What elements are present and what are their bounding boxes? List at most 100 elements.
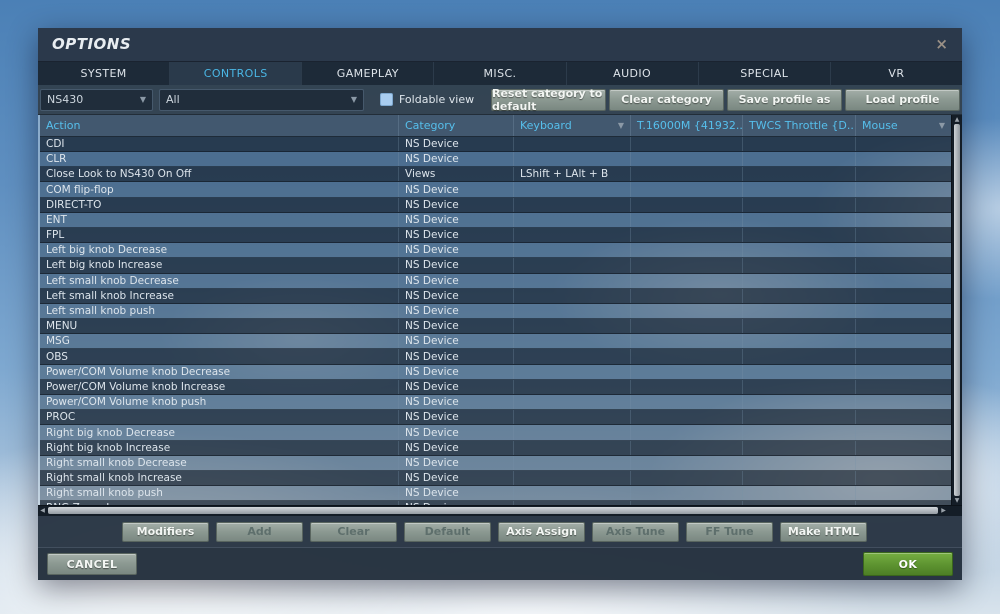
t16000m-cell[interactable] <box>630 349 742 364</box>
horizontal-scrollbar-thumb[interactable] <box>48 507 938 515</box>
table-row[interactable]: Power/COM Volume knob push NS Device <box>40 395 951 411</box>
table-row[interactable]: MENU NS Device <box>40 319 951 335</box>
t16000m-cell[interactable] <box>630 455 742 470</box>
category-cell[interactable]: NS Device <box>398 273 513 288</box>
table-row[interactable]: PROC NS Device <box>40 410 951 426</box>
t16000m-cell[interactable] <box>630 395 742 410</box>
keyboard-cell[interactable] <box>513 258 630 273</box>
close-icon[interactable]: × <box>935 36 948 52</box>
t16000m-cell[interactable] <box>630 410 742 425</box>
mouse-cell[interactable] <box>855 273 951 288</box>
keyboard-cell[interactable] <box>513 410 630 425</box>
twcs-cell[interactable] <box>742 152 855 167</box>
mouse-cell[interactable] <box>855 258 951 273</box>
mouse-cell[interactable] <box>855 349 951 364</box>
twcs-cell[interactable] <box>742 258 855 273</box>
mouse-cell[interactable] <box>855 470 951 486</box>
mouse-cell[interactable] <box>855 395 951 410</box>
mouse-cell[interactable] <box>855 152 951 167</box>
table-row[interactable]: Right small knob push NS Device <box>40 486 951 502</box>
make-html-button[interactable]: Make HTML <box>780 521 867 542</box>
table-row[interactable]: Right small knob Increase NS Device <box>40 470 951 487</box>
category-cell[interactable]: NS Device <box>398 410 513 425</box>
category-cell[interactable]: NS Device <box>398 258 513 273</box>
keyboard-cell[interactable] <box>513 440 630 455</box>
twcs-cell[interactable] <box>742 349 855 364</box>
table-row[interactable]: FPL NS Device <box>40 227 951 244</box>
t16000m-cell[interactable] <box>630 136 742 152</box>
tab-audio[interactable]: AUDIO <box>565 61 698 86</box>
scroll-down-icon[interactable]: ▼ <box>952 496 962 505</box>
keyboard-cell[interactable] <box>513 364 630 379</box>
keyboard-cell[interactable] <box>513 212 630 227</box>
scroll-right-icon[interactable]: ▶ <box>939 507 948 514</box>
action-cell[interactable]: DIRECT-TO <box>40 198 398 212</box>
category-cell[interactable]: NS Device <box>398 334 513 349</box>
mouse-cell[interactable] <box>855 364 951 379</box>
save-profile-as-button[interactable]: Save profile as <box>727 88 842 111</box>
horizontal-scrollbar[interactable]: ◀ ▶ <box>38 504 962 516</box>
twcs-cell[interactable] <box>742 425 855 440</box>
action-cell[interactable]: Left small knob push <box>40 304 398 318</box>
table-row[interactable]: Left small knob Increase NS Device <box>40 288 951 304</box>
keyboard-cell[interactable] <box>513 243 630 258</box>
tab-misc[interactable]: MISC. <box>433 61 566 86</box>
device-select[interactable]: NS430 ▼ <box>40 88 153 111</box>
twcs-cell[interactable] <box>742 364 855 379</box>
category-cell[interactable]: NS Device <box>398 152 513 167</box>
category-cell[interactable]: NS Device <box>398 395 513 410</box>
category-cell[interactable]: NS Device <box>398 182 513 197</box>
category-cell[interactable]: NS Device <box>398 303 513 319</box>
category-cell[interactable]: NS Device <box>398 319 513 334</box>
t16000m-cell[interactable] <box>630 303 742 319</box>
table-row[interactable]: CDI NS Device <box>40 136 951 153</box>
mouse-cell[interactable] <box>855 197 951 212</box>
t16000m-cell[interactable] <box>630 470 742 486</box>
category-cell[interactable]: NS Device <box>398 364 513 379</box>
tab-controls[interactable]: CONTROLS <box>169 61 302 86</box>
t16000m-cell[interactable] <box>630 379 742 395</box>
action-cell[interactable]: Left small knob Increase <box>40 289 398 303</box>
keyboard-cell[interactable] <box>513 425 630 440</box>
mouse-cell[interactable] <box>855 288 951 303</box>
twcs-cell[interactable] <box>742 455 855 470</box>
category-cell[interactable]: NS Device <box>398 227 513 243</box>
t16000m-cell[interactable] <box>630 319 742 334</box>
foldable-view-checkbox[interactable] <box>380 93 393 107</box>
keyboard-cell[interactable] <box>513 349 630 364</box>
table-row[interactable]: Power/COM Volume knob Increase NS Device <box>40 379 951 396</box>
t16000m-cell[interactable] <box>630 197 742 212</box>
action-cell[interactable]: CLR <box>40 152 398 166</box>
mouse-cell[interactable] <box>855 227 951 243</box>
category-cell[interactable]: NS Device <box>398 136 513 152</box>
action-cell[interactable]: Left big knob Increase <box>40 258 398 272</box>
keyboard-cell[interactable] <box>513 288 630 303</box>
t16000m-cell[interactable] <box>630 364 742 379</box>
twcs-cell[interactable] <box>742 486 855 501</box>
table-row[interactable]: COM flip-flop NS Device <box>40 182 951 198</box>
category-select[interactable]: All ▼ <box>159 88 364 111</box>
table-row[interactable]: Left small knob Decrease NS Device <box>40 273 951 289</box>
t16000m-cell[interactable] <box>630 182 742 197</box>
action-cell[interactable]: Right small knob push <box>40 486 398 500</box>
mouse-cell[interactable] <box>855 334 951 349</box>
column-header[interactable]: Mouse ▼ <box>855 114 951 136</box>
mouse-cell[interactable] <box>855 379 951 395</box>
t16000m-cell[interactable] <box>630 425 742 440</box>
twcs-cell[interactable] <box>742 227 855 243</box>
t16000m-cell[interactable] <box>630 152 742 167</box>
keyboard-cell[interactable] <box>513 470 630 486</box>
keyboard-cell[interactable] <box>513 486 630 501</box>
twcs-cell[interactable] <box>742 319 855 334</box>
twcs-cell[interactable] <box>742 303 855 319</box>
t16000m-cell[interactable] <box>630 288 742 303</box>
t16000m-cell[interactable] <box>630 212 742 227</box>
twcs-cell[interactable] <box>742 395 855 410</box>
ok-button[interactable]: OK <box>863 552 953 577</box>
t16000m-cell[interactable] <box>630 273 742 288</box>
keyboard-cell[interactable] <box>513 455 630 470</box>
modifiers-button[interactable]: Modifiers <box>122 521 209 542</box>
keyboard-cell[interactable] <box>513 334 630 349</box>
column-header[interactable]: T.16000M {41932...▼ <box>630 114 742 136</box>
mouse-cell[interactable] <box>855 303 951 319</box>
